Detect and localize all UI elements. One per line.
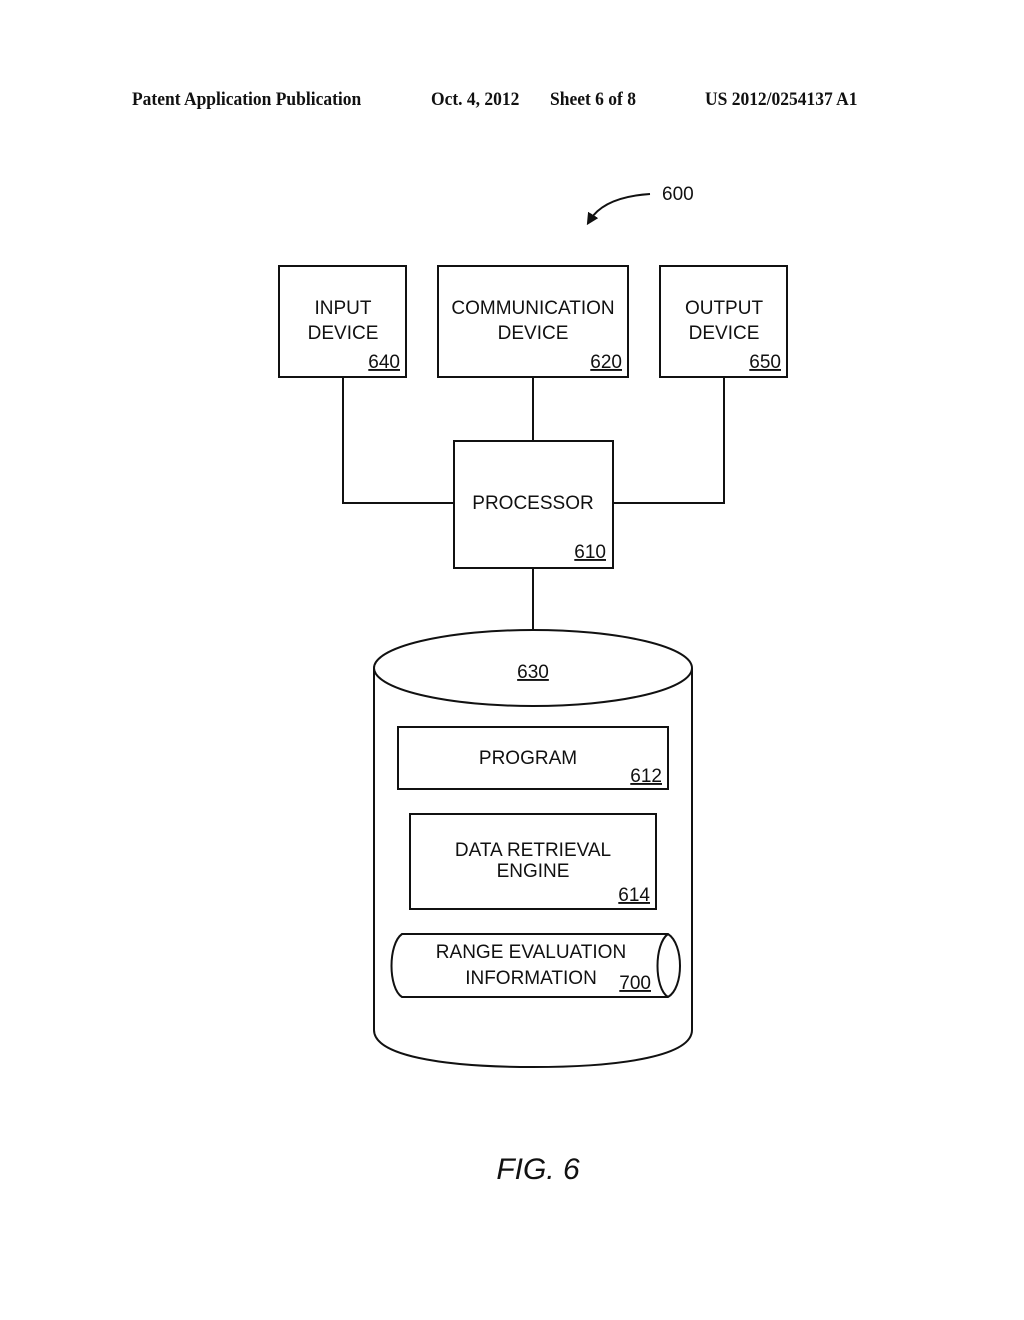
input-device-label-line1: INPUT [315,298,372,319]
communication-device-label-line2: DEVICE [498,323,569,344]
communication-device-label-line1: COMMUNICATION [451,298,614,319]
connector-input-processor [342,377,454,504]
range-evaluation-label-line1: RANGE EVALUATION [436,942,626,963]
processor-label: PROCESSOR [472,493,593,514]
output-device-label-line1: OUTPUT [685,298,764,319]
range-evaluation-ref: 700 [619,973,651,994]
figure-ref-label: 600 [662,184,694,205]
data-retrieval-engine-label-line1: DATA RETRIEVAL [455,840,611,861]
output-device-label-line2: DEVICE [689,323,760,344]
input-device-label-line2: DEVICE [308,323,379,344]
input-device-box: INPUT DEVICE 640 [278,265,407,378]
program-label: PROGRAM [479,748,577,769]
data-retrieval-engine-ref: 614 [618,885,650,906]
data-retrieval-engine-box: DATA RETRIEVAL ENGINE 614 [409,813,657,910]
communication-device-box: COMMUNICATION DEVICE 620 [437,265,629,378]
communication-device-ref: 620 [590,352,622,373]
data-retrieval-engine-label-line2: ENGINE [497,861,570,882]
processor-ref: 610 [574,542,606,563]
input-device-ref: 640 [368,352,400,373]
range-evaluation-information-store: RANGE EVALUATION INFORMATION 700 [390,933,681,998]
output-device-ref: 650 [749,352,781,373]
program-box: PROGRAM 612 [397,726,669,790]
figure-reference-600: 600 [586,184,694,226]
program-ref: 612 [630,766,662,787]
storage-ref: 630 [517,662,549,683]
figure-caption: FIG. 6 [496,1153,580,1186]
range-evaluation-label-line2: INFORMATION [465,968,597,989]
system-diagram: 600 INPUT DEVICE 640 COMMUNICATION DEVIC… [278,184,788,1186]
output-device-box: OUTPUT DEVICE 650 [659,265,788,378]
processor-box: PROCESSOR 610 [453,440,614,569]
reference-arrow-icon [586,193,651,226]
connector-output-processor [613,377,725,504]
